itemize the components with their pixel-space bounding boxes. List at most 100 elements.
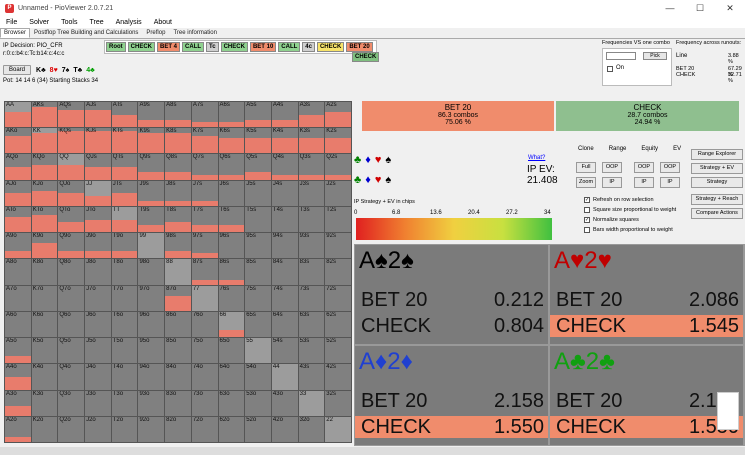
hand-cell[interactable]: AA: [5, 102, 31, 128]
suit-filter-icon[interactable]: ♦: [365, 174, 371, 186]
full-button[interactable]: Full: [576, 162, 596, 173]
hand-cell[interactable]: Q8s: [165, 154, 191, 180]
hand-cell[interactable]: Q5o: [58, 338, 85, 364]
hand-cell[interactable]: J8s: [165, 180, 191, 206]
hand-cell[interactable]: 53o: [245, 390, 271, 416]
hand-cell[interactable]: Q4s: [271, 154, 298, 180]
hand-cell[interactable]: 99: [138, 233, 165, 259]
hand-cell[interactable]: 84o: [165, 364, 191, 390]
hand-cell[interactable]: 82s: [325, 259, 351, 285]
hand-cell[interactable]: AKo: [5, 128, 31, 154]
hand-cell[interactable]: JJ: [85, 180, 111, 206]
equity-ip-button[interactable]: IP: [634, 177, 654, 188]
hand-cell[interactable]: A8s: [165, 102, 191, 128]
hand-cell[interactable]: Q8o: [58, 259, 85, 285]
hand-cell[interactable]: QTo: [58, 206, 85, 233]
action-check-option[interactable]: CHECK: [352, 52, 380, 62]
hand-cell[interactable]: 55: [245, 338, 271, 364]
hand-cell[interactable]: Q9s: [138, 154, 165, 180]
hand-cell[interactable]: 95o: [138, 338, 165, 364]
hand-cell[interactable]: A9s: [138, 102, 165, 128]
hand-cell[interactable]: 53s: [298, 338, 325, 364]
hand-cell[interactable]: 64s: [271, 311, 298, 338]
hand-cell[interactable]: KTo: [31, 206, 58, 233]
combo-detail[interactable]: A♣2♣ BET 20 2.158 CHECK 1.550: [550, 346, 743, 445]
option-row[interactable]: ✓ Normalize squares: [584, 215, 676, 225]
hand-cell[interactable]: 42o: [271, 416, 298, 442]
hand-cell[interactable]: J7s: [191, 180, 218, 206]
strategy-button[interactable]: Strategy: [691, 177, 743, 188]
menu-about[interactable]: About: [148, 19, 178, 26]
hand-cell[interactable]: 54s: [271, 338, 298, 364]
hand-cell[interactable]: A5o: [5, 338, 31, 364]
hand-cell[interactable]: J4s: [271, 180, 298, 206]
combo-detail[interactable]: A♥2♥ BET 20 2.086 CHECK 1.545: [550, 245, 743, 344]
action-node[interactable]: BET 10: [249, 42, 277, 52]
action-node[interactable]: Root: [106, 42, 126, 52]
hand-cell[interactable]: 65s: [245, 311, 271, 338]
hand-cell[interactable]: TT: [111, 206, 138, 233]
tab-browser[interactable]: Browser: [0, 28, 31, 38]
hand-cell[interactable]: 96o: [138, 311, 165, 338]
hand-cell[interactable]: KTs: [111, 128, 138, 154]
hand-cell[interactable]: T7s: [191, 206, 218, 233]
hand-cell[interactable]: A4o: [5, 364, 31, 390]
hand-cell[interactable]: Q5s: [245, 154, 271, 180]
hand-cell[interactable]: KJs: [85, 128, 111, 154]
hand-cell[interactable]: JTs: [111, 180, 138, 206]
action-node[interactable]: Tc: [206, 42, 219, 52]
suit-filter-icon[interactable]: ♦: [365, 154, 371, 166]
minimize-button[interactable]: —: [655, 0, 685, 16]
hand-cell[interactable]: J5s: [245, 180, 271, 206]
hand-cell[interactable]: Q6s: [218, 154, 245, 180]
hand-cell[interactable]: 82o: [165, 416, 191, 442]
hand-cell[interactable]: 98s: [165, 233, 191, 259]
hand-cell[interactable]: K2s: [325, 128, 351, 154]
menu-tools[interactable]: Tools: [55, 19, 83, 26]
maximize-button[interactable]: ☐: [685, 0, 715, 16]
menu-tree[interactable]: Tree: [83, 19, 109, 26]
hand-cell[interactable]: T6s: [218, 206, 245, 233]
hand-cell[interactable]: 32s: [325, 390, 351, 416]
zoom-button[interactable]: Zoom: [576, 177, 596, 188]
hand-cell[interactable]: A7o: [5, 285, 31, 311]
summary-bet[interactable]: BET 20 86.3 combos 75.06 %: [362, 101, 554, 131]
hand-cell[interactable]: 73o: [191, 390, 218, 416]
hand-cell[interactable]: 74o: [191, 364, 218, 390]
ev-ip-button[interactable]: IP: [660, 177, 680, 188]
hand-cell[interactable]: Q3s: [298, 154, 325, 180]
hand-cell[interactable]: T9o: [111, 233, 138, 259]
ev-oop-button[interactable]: OOP: [660, 162, 680, 173]
action-node[interactable]: BET 4: [157, 42, 181, 52]
hand-cell[interactable]: 32o: [298, 416, 325, 442]
hand-cell[interactable]: ATs: [111, 102, 138, 128]
hand-cell[interactable]: 84s: [271, 259, 298, 285]
hand-cell[interactable]: T8s: [165, 206, 191, 233]
hand-cell[interactable]: 95s: [245, 233, 271, 259]
hand-cell[interactable]: 86o: [165, 311, 191, 338]
hand-cell[interactable]: A9o: [5, 233, 31, 259]
hand-cell[interactable]: T7o: [111, 285, 138, 311]
hand-cell[interactable]: T8o: [111, 259, 138, 285]
option-row[interactable]: Bars width proportional to weight: [584, 225, 676, 235]
hand-cell[interactable]: Q7s: [191, 154, 218, 180]
hand-cell[interactable]: 62o: [218, 416, 245, 442]
hand-cell[interactable]: KQo: [31, 154, 58, 180]
menu-analysis[interactable]: Analysis: [110, 19, 148, 26]
hand-cell[interactable]: QQ: [58, 154, 85, 180]
hand-cell[interactable]: A8o: [5, 259, 31, 285]
suit-filter-icon[interactable]: ♥: [375, 154, 382, 166]
hand-cell[interactable]: Q4o: [58, 364, 85, 390]
hand-cell[interactable]: 74s: [271, 285, 298, 311]
hand-cell[interactable]: 43o: [271, 390, 298, 416]
suit-filter-icon[interactable]: ♥: [375, 174, 382, 186]
pick-button[interactable]: Pick: [643, 52, 667, 60]
hand-cell[interactable]: J9s: [138, 180, 165, 206]
hand-cell[interactable]: AJs: [85, 102, 111, 128]
hand-cell[interactable]: 22: [325, 416, 351, 442]
menu-solver[interactable]: Solver: [23, 19, 55, 26]
compare-actions-button[interactable]: Compare Actions: [691, 208, 743, 219]
hand-cell[interactable]: 44: [271, 364, 298, 390]
hand-cell[interactable]: K2o: [31, 416, 58, 442]
tab-preflop[interactable]: Preflop: [142, 28, 169, 38]
